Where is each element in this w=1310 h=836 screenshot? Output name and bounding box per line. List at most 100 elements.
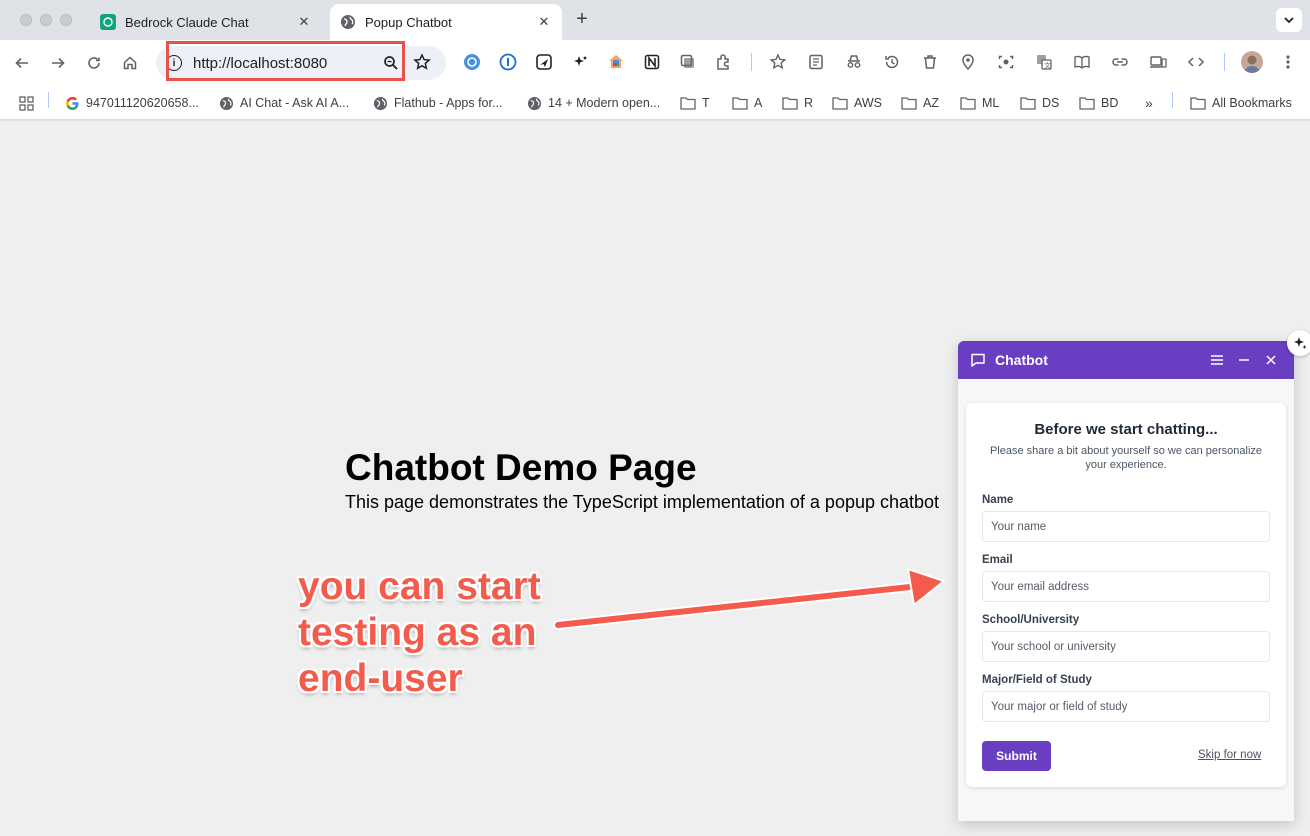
sidebar-ai-button[interactable] <box>1287 330 1310 356</box>
chatbot-header: Chatbot <box>958 341 1294 379</box>
globe-icon <box>218 95 234 111</box>
folder-icon <box>732 95 748 111</box>
folder-icon <box>1020 95 1036 111</box>
close-tab-icon[interactable]: ✕ <box>536 14 552 30</box>
bookmark-folder-az[interactable]: AZ <box>901 93 939 113</box>
bookmark-star-icon[interactable] <box>412 52 432 72</box>
bookmark-label: T <box>702 96 710 110</box>
bookmark-label: AZ <box>923 96 939 110</box>
folder-icon <box>832 95 848 111</box>
bookmark-item[interactable]: 14 + Modern open... <box>526 93 660 113</box>
bookmark-folder-t[interactable]: T <box>680 93 710 113</box>
folder-icon <box>680 95 696 111</box>
bookmark-folder-r[interactable]: R <box>782 93 813 113</box>
home-icon <box>123 56 137 70</box>
tab-bedrock-claude-chat[interactable]: Bedrock Claude Chat ✕ <box>90 4 322 40</box>
menu-button[interactable] <box>1208 351 1226 369</box>
apps-grid-icon <box>18 95 34 111</box>
tab-popup-chatbot[interactable]: Popup Chatbot ✕ <box>330 4 562 40</box>
translate-icon[interactable]: 文 <box>1034 52 1054 72</box>
chatbot-popup: Chatbot Before we start chatting... Plea… <box>958 341 1294 821</box>
incognito-icon[interactable] <box>844 52 864 72</box>
school-label: School/University <box>982 614 1080 626</box>
forward-button[interactable] <box>47 52 69 74</box>
name-input[interactable] <box>982 511 1270 542</box>
tab-title: Popup Chatbot <box>365 14 452 30</box>
chat-bubble-icon <box>971 353 985 367</box>
new-tab-button[interactable]: + <box>572 9 592 30</box>
tab-strip: Bedrock Claude Chat ✕ Popup Chatbot ✕ + <box>0 0 1310 40</box>
page-title: Chatbot Demo Page <box>345 447 697 488</box>
code-icon[interactable] <box>1186 52 1206 72</box>
user-info-form: Before we start chatting... Please share… <box>966 403 1286 787</box>
copy-extension-icon[interactable] <box>678 52 698 72</box>
notion-icon[interactable] <box>642 52 662 72</box>
minimize-button[interactable] <box>1235 351 1253 369</box>
email-input[interactable] <box>982 571 1270 602</box>
back-button[interactable] <box>11 52 33 74</box>
arrow-right-icon <box>52 57 65 69</box>
profile-avatar[interactable] <box>1241 51 1263 73</box>
home-extension-icon[interactable] <box>606 52 626 72</box>
screenshot-icon[interactable] <box>996 52 1016 72</box>
location-pin-icon[interactable] <box>958 52 978 72</box>
tab-title: Bedrock Claude Chat <box>125 14 249 30</box>
folder-icon <box>901 95 917 111</box>
arrow-left-icon <box>15 57 28 69</box>
form-title: Before we start chatting... <box>1034 421 1218 438</box>
globe-icon <box>340 14 356 30</box>
reader-mode-icon[interactable] <box>1072 52 1092 72</box>
devices-icon[interactable] <box>1148 52 1168 72</box>
bookmark-item[interactable]: Flathub - Apps for... <box>372 93 502 113</box>
bookmark-folder-ml[interactable]: ML <box>960 93 999 113</box>
puzzle-extensions-icon[interactable] <box>714 52 734 72</box>
annotation-arrow <box>553 567 947 630</box>
bookmark-folder-a[interactable]: A <box>732 93 762 113</box>
reading-list-icon[interactable] <box>806 52 826 72</box>
bookmark-folder-aws[interactable]: AWS <box>832 93 882 113</box>
bookmarks-divider <box>1172 92 1173 108</box>
bookmark-folder-bd[interactable]: BD <box>1079 93 1118 113</box>
home-button[interactable] <box>119 52 141 74</box>
bookmark-label: AWS <box>854 96 883 110</box>
kebab-menu-icon[interactable] <box>1278 52 1298 72</box>
toolbar-divider <box>1224 53 1225 71</box>
school-input[interactable] <box>982 631 1270 662</box>
svg-text:文: 文 <box>1044 61 1051 70</box>
reload-button[interactable] <box>83 52 105 74</box>
reload-icon <box>88 57 100 69</box>
window-minimize-button[interactable] <box>40 14 52 26</box>
google-icon <box>64 95 80 111</box>
tab-search-button[interactable] <box>1276 8 1302 32</box>
globe-icon <box>372 95 388 111</box>
skip-link[interactable]: Skip for now <box>1198 749 1261 761</box>
sparkle-extension-icon[interactable] <box>570 52 590 72</box>
bookmark-label: A <box>754 96 763 110</box>
star-list-icon[interactable] <box>768 52 788 72</box>
apps-grid-button[interactable] <box>18 93 40 113</box>
password-manager-icon[interactable] <box>498 52 518 72</box>
folder-icon <box>960 95 976 111</box>
all-bookmarks-button[interactable]: All Bookmarks <box>1190 93 1292 113</box>
sync-extension-icon[interactable] <box>462 52 482 72</box>
close-tab-icon[interactable]: ✕ <box>296 14 312 30</box>
hamburger-icon <box>1211 355 1223 365</box>
bookmark-item[interactable]: AI Chat - Ask AI A... <box>218 93 349 113</box>
sparkle-icon <box>1294 337 1307 349</box>
bookmark-label: 14 + Modern open... <box>548 96 661 110</box>
bookmark-label: DS <box>1042 96 1060 110</box>
window-zoom-button[interactable] <box>60 14 72 26</box>
submit-button[interactable]: Submit <box>982 741 1051 771</box>
folder-icon <box>782 95 798 111</box>
bookmark-folder-ds[interactable]: DS <box>1020 93 1059 113</box>
send-extension-icon[interactable] <box>534 52 554 72</box>
link-icon[interactable] <box>1110 52 1130 72</box>
window-close-button[interactable] <box>20 14 32 26</box>
bookmarks-overflow-button[interactable]: » <box>1145 93 1153 113</box>
major-input[interactable] <box>982 691 1270 722</box>
email-label: Email <box>982 554 1013 566</box>
close-button[interactable] <box>1262 351 1280 369</box>
history-icon[interactable] <box>882 52 902 72</box>
trash-icon[interactable] <box>920 52 940 72</box>
bookmark-item[interactable]: 947011120620658... <box>64 93 199 113</box>
